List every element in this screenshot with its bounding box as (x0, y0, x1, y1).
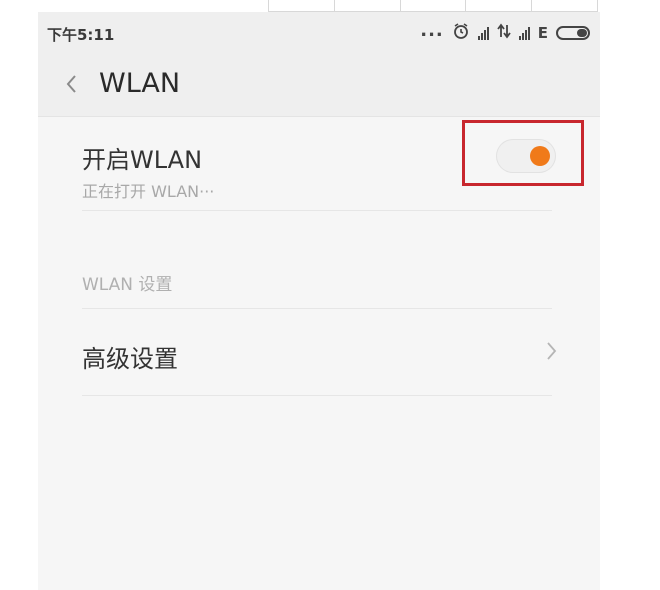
wlan-toggle-label: 开启WLAN (82, 146, 203, 174)
grid-cell (333, 0, 400, 12)
signal-icon (477, 26, 489, 40)
grid-cell (268, 0, 334, 12)
grid-cell (399, 0, 466, 12)
battery-icon (556, 26, 590, 40)
section-header: WLAN 设置 (82, 275, 173, 295)
chevron-right-icon (544, 341, 560, 361)
top-grid-strip (268, 0, 598, 12)
screenshot-stage: 下午5:11 ... E WLAN 开启WLAN 正在打开 WLAN··· WL… (0, 0, 660, 590)
data-transfer-icon (497, 23, 511, 43)
wlan-status-text: 正在打开 WLAN··· (82, 182, 215, 201)
grid-cell (531, 0, 598, 12)
status-bar: 下午5:11 ... E (38, 12, 600, 54)
chevron-left-icon[interactable] (60, 72, 84, 96)
highlight-annotation-box (462, 120, 584, 186)
signal-icon (518, 26, 530, 40)
alarm-icon (452, 22, 470, 44)
more-notifications-icon: ... (420, 20, 444, 41)
page-title: WLAN (99, 68, 181, 99)
status-time: 下午5:11 (47, 26, 115, 44)
phone-screen: 下午5:11 ... E WLAN 开启WLAN 正在打开 WLAN··· WL… (38, 12, 600, 590)
status-icons: ... E (420, 22, 590, 44)
grid-cell (465, 0, 532, 12)
advanced-settings-label: 高级设置 (82, 345, 178, 373)
network-type-label: E (537, 24, 548, 42)
advanced-settings-row[interactable]: 高级设置 (82, 309, 557, 396)
title-bar: WLAN (38, 54, 600, 117)
